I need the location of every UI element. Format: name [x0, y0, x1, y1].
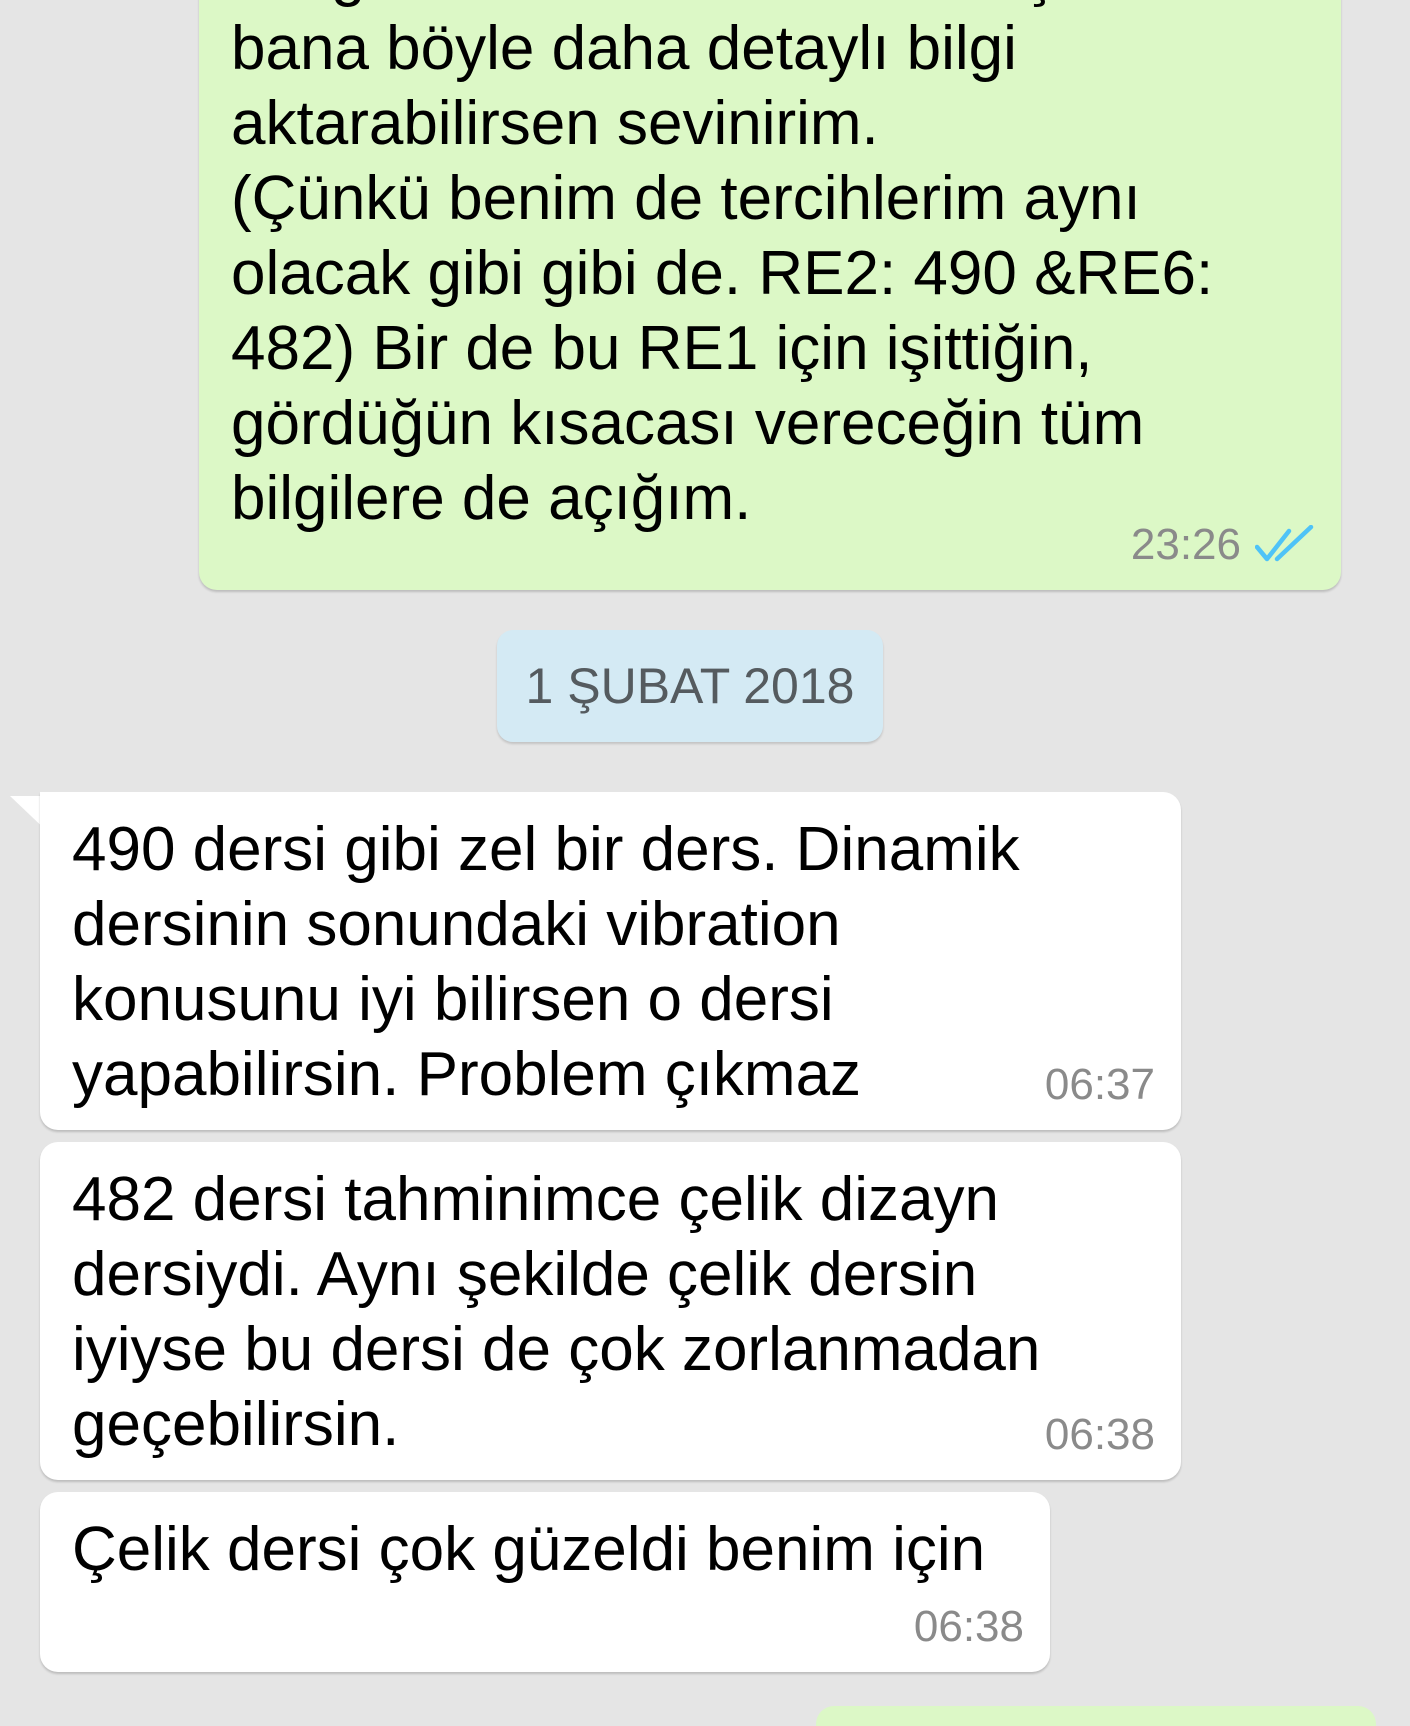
message-timestamp: 23:26 — [1130, 520, 1241, 569]
message-timestamp: 06:38 — [913, 1602, 1024, 1651]
message-timestamp: 06:38 — [1044, 1410, 1155, 1459]
message-text: 490 dersi gibi zel bir ders. Dinamik der… — [72, 815, 1020, 1109]
message-meta: 06:37 — [1045, 1060, 1155, 1110]
message-text: aldığından az biraz bahsetmiştin ama ban… — [231, 0, 1258, 533]
message-meta: 23:26 — [1131, 520, 1315, 570]
incoming-message-bubble[interactable]: 490 dersi gibi zel bir ders. Dinamik der… — [40, 792, 1181, 1130]
double-check-read-icon — [1255, 525, 1314, 562]
message-text: Çelik dersi çok güzeldi benim için — [72, 1515, 986, 1584]
message-meta: 06:38 — [1045, 1410, 1155, 1460]
message-text: 482 dersi tahminimce çelik dizayn dersiy… — [72, 1165, 1041, 1459]
message-timestamp: 06:37 — [1044, 1060, 1155, 1109]
date-separator: 1 ŞUBAT 2018 — [497, 630, 883, 742]
outgoing-message-bubble-peek — [816, 1706, 1376, 1726]
incoming-message-bubble[interactable]: Çelik dersi çok güzeldi benim için 06:38 — [40, 1492, 1050, 1672]
outgoing-message-bubble[interactable]: aldığından az biraz bahsetmiştin ama ban… — [199, 0, 1341, 590]
incoming-message-bubble[interactable]: 482 dersi tahminimce çelik dizayn dersiy… — [40, 1142, 1181, 1480]
message-meta: 06:38 — [914, 1602, 1024, 1652]
